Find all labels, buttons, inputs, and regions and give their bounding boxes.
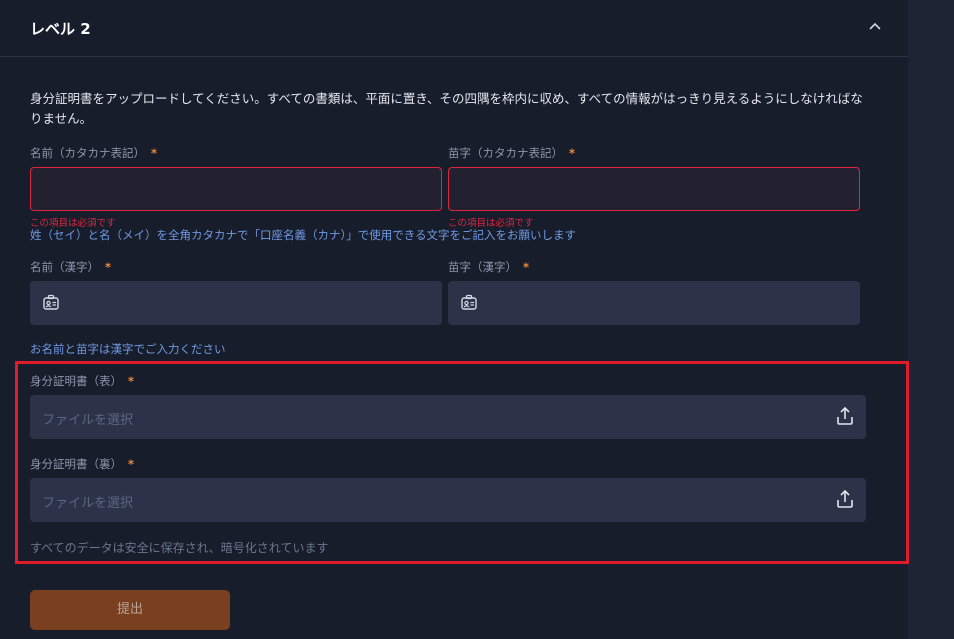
chevron-up-icon[interactable]	[866, 18, 884, 36]
kana-hint: 姓（セイ）と名（メイ）を全角カタカナで「口座名義（カナ）」で使用できる文字をご記…	[30, 228, 577, 242]
required-mark: *	[151, 146, 158, 160]
last-name-kanji-input[interactable]	[448, 281, 860, 325]
last-name-kana-input[interactable]	[448, 167, 860, 211]
label-text: 名前（カタカナ表記）	[30, 146, 145, 160]
first-name-kanji-label: 名前（漢字） *	[30, 259, 111, 275]
label-text: 名前（漢字）	[30, 260, 99, 274]
level-header[interactable]: レベル 2	[0, 0, 908, 57]
label-text: 苗字（カタカナ表記）	[448, 146, 563, 160]
annotation-highlight-box	[15, 361, 909, 564]
level-title: レベル 2	[30, 20, 91, 38]
required-mark: *	[523, 260, 530, 274]
last-name-kanji-label: 苗字（漢字） *	[448, 259, 529, 275]
upload-instructions: 身分証明書をアップロードしてください。すべての書類は、平面に置き、その四隅を枠内…	[30, 91, 863, 126]
first-name-kanji-input[interactable]	[30, 281, 442, 325]
page-background-strip	[908, 0, 954, 639]
last-name-kana-label: 苗字（カタカナ表記） *	[448, 145, 575, 161]
required-mark: *	[105, 260, 112, 274]
id-card-icon	[461, 294, 477, 310]
id-card-icon	[43, 294, 59, 310]
required-mark: *	[569, 146, 576, 160]
first-name-kana-input[interactable]	[30, 167, 442, 211]
label-text: 苗字（漢字）	[448, 260, 517, 274]
kanji-hint: お名前と苗字は漢字でご入力ください	[30, 342, 226, 356]
submit-button[interactable]: 提出	[30, 590, 230, 630]
first-name-kana-label: 名前（カタカナ表記） *	[30, 145, 157, 161]
